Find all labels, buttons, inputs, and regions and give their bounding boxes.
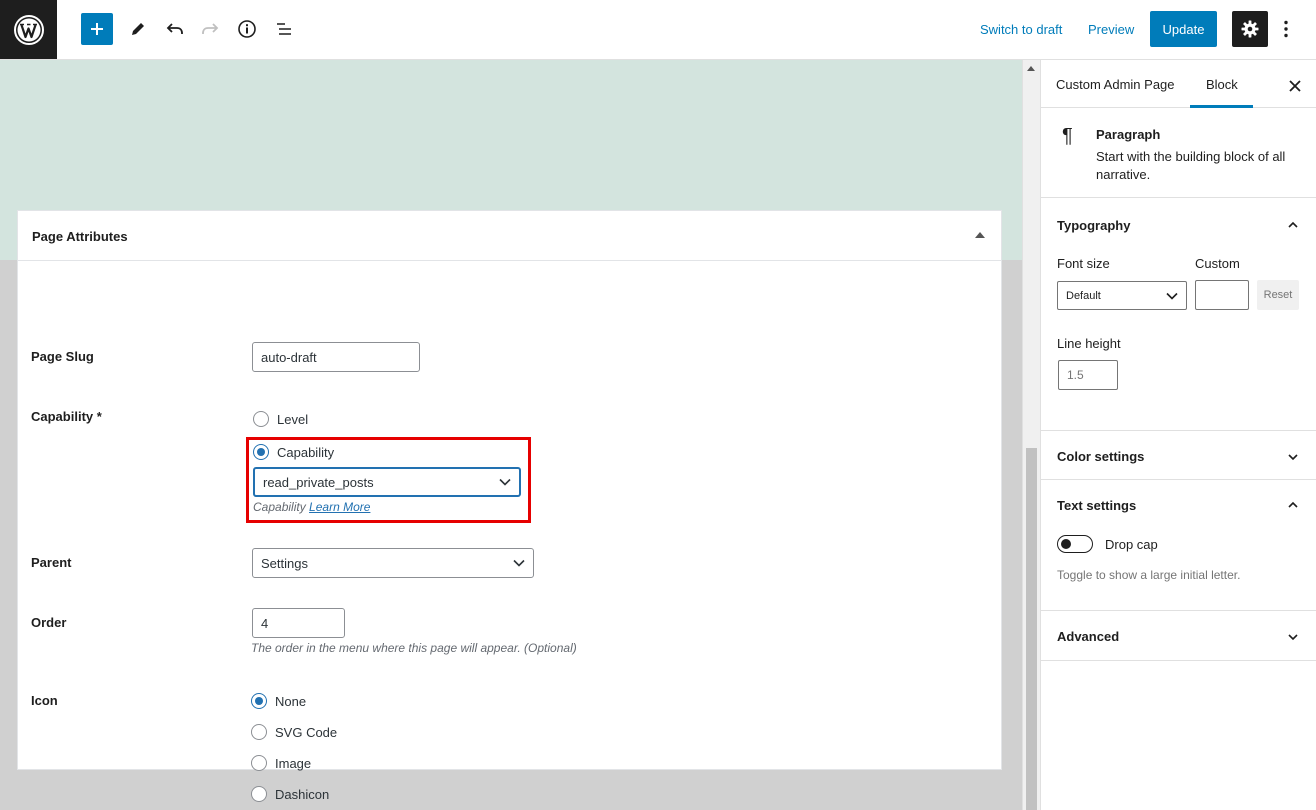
toggle-knob: [1061, 539, 1071, 549]
divider: [1041, 430, 1316, 431]
block-title: Paragraph: [1096, 127, 1161, 142]
settings-sidebar: Custom Admin Page Block ¶ Paragraph Star…: [1040, 60, 1316, 810]
chevron-up-icon[interactable]: [1288, 220, 1298, 230]
metabox-header[interactable]: Page Attributes: [18, 211, 1001, 261]
order-label: Order: [31, 615, 67, 630]
text-settings-panel-title[interactable]: Text settings: [1057, 498, 1136, 513]
color-settings-panel-title[interactable]: Color settings: [1057, 449, 1144, 464]
metabox-title: Page Attributes: [32, 229, 128, 244]
top-toolbar: Switch to draft Preview Update: [0, 0, 1316, 60]
redo-button[interactable]: [194, 13, 226, 45]
divider: [1041, 610, 1316, 611]
scroll-thumb[interactable]: [1026, 448, 1037, 810]
parent-label: Parent: [31, 555, 72, 570]
list-view-icon: [277, 23, 291, 35]
radio-icon-none-indicator[interactable]: [251, 693, 267, 709]
switch-to-draft-link[interactable]: Switch to draft: [980, 22, 1062, 37]
scroll-up-icon[interactable]: [1027, 66, 1035, 71]
undo-button[interactable]: [159, 13, 191, 45]
undo-icon: [166, 23, 183, 34]
close-icon[interactable]: [1287, 77, 1303, 95]
typography-panel-title[interactable]: Typography: [1057, 218, 1130, 233]
radio-icon-image[interactable]: Image: [251, 755, 311, 771]
line-height-input[interactable]: 1.5: [1058, 360, 1118, 390]
drop-cap-toggle[interactable]: [1057, 535, 1093, 553]
vertical-ellipsis-icon: [1284, 20, 1288, 38]
custom-font-size-input[interactable]: [1195, 280, 1249, 310]
radio-icon-image-indicator[interactable]: [251, 755, 267, 771]
sidebar-tabs: Custom Admin Page Block: [1041, 60, 1316, 108]
radio-level[interactable]: Level: [253, 411, 308, 427]
wordpress-logo-button[interactable]: [0, 0, 57, 59]
radio-icon-dashicon[interactable]: Dashicon: [251, 786, 329, 802]
block-card: ¶ Paragraph Start with the building bloc…: [1041, 108, 1316, 198]
order-hint: The order in the menu where this page wi…: [251, 641, 577, 655]
more-options-button[interactable]: [1276, 14, 1296, 44]
chevron-down-icon[interactable]: [1288, 452, 1298, 462]
font-size-value: Default: [1066, 289, 1101, 302]
preview-link[interactable]: Preview: [1088, 22, 1134, 37]
editor-scrollbar[interactable]: [1022, 60, 1040, 810]
tools-button[interactable]: [122, 13, 154, 45]
highlight-box: [246, 437, 531, 523]
update-button[interactable]: Update: [1150, 11, 1217, 47]
reset-button[interactable]: Reset: [1257, 280, 1299, 310]
order-input[interactable]: 4: [252, 608, 345, 638]
font-size-label: Font size: [1057, 256, 1110, 271]
settings-button[interactable]: [1232, 11, 1268, 47]
divider: [1041, 660, 1316, 661]
radio-icon-none[interactable]: None: [251, 693, 306, 709]
gear-icon: [1241, 20, 1259, 38]
icon-label: Icon: [31, 693, 58, 708]
drop-cap-label: Drop cap: [1105, 537, 1158, 552]
paragraph-icon: ¶: [1062, 125, 1073, 147]
radio-icon-svg[interactable]: SVG Code: [251, 724, 337, 740]
capability-label: Capability *: [31, 409, 102, 424]
pencil-icon: [132, 23, 144, 35]
info-icon: [238, 20, 256, 38]
line-height-label: Line height: [1057, 336, 1121, 351]
details-button[interactable]: [231, 13, 263, 45]
radio-level-label: Level: [277, 411, 309, 427]
add-block-button[interactable]: [81, 13, 113, 45]
drop-cap-help: Toggle to show a large initial letter.: [1057, 568, 1241, 582]
chevron-down-icon: [1166, 292, 1178, 300]
page-slug-input[interactable]: auto-draft: [252, 342, 420, 372]
radio-icon-svg-indicator[interactable]: [251, 724, 267, 740]
tab-custom-admin-page[interactable]: Custom Admin Page: [1056, 77, 1175, 92]
wordpress-icon: [13, 14, 44, 45]
chevron-down-icon[interactable]: [1288, 632, 1298, 642]
chevron-up-icon[interactable]: [1288, 500, 1298, 510]
redo-icon: [202, 23, 219, 34]
page-slug-label: Page Slug: [31, 349, 94, 364]
custom-label: Custom: [1195, 256, 1240, 271]
parent-select[interactable]: Settings: [252, 548, 534, 578]
list-view-button[interactable]: [268, 13, 300, 45]
parent-select-value: Settings: [261, 555, 308, 571]
radio-icon-dashicon-indicator[interactable]: [251, 786, 267, 802]
divider: [1041, 479, 1316, 480]
plus-icon: [91, 23, 103, 35]
collapse-triangle-icon[interactable]: [975, 232, 985, 238]
chevron-down-icon: [513, 559, 525, 567]
radio-level-indicator[interactable]: [253, 411, 269, 427]
block-description: Start with the building block of all nar…: [1096, 149, 1286, 182]
advanced-panel-title[interactable]: Advanced: [1057, 629, 1119, 644]
tab-block[interactable]: Block: [1206, 77, 1238, 92]
font-size-select[interactable]: Default: [1057, 281, 1187, 310]
